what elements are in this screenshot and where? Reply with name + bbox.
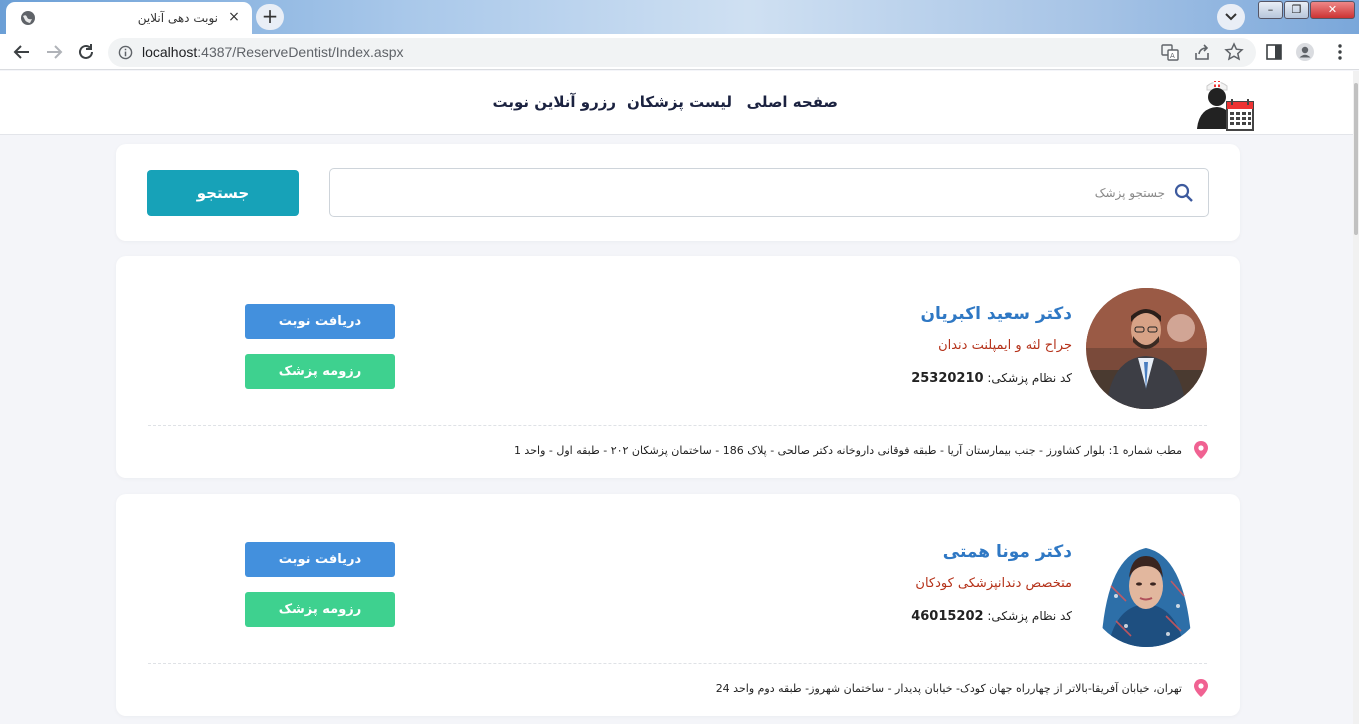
doctor-specialty: جراح لثه و ایمپلنت دندان — [938, 338, 1072, 353]
url-text: localhost:4387/ReserveDentist/Index.aspx — [142, 44, 404, 60]
close-window-button[interactable]: ✕ — [1310, 1, 1355, 19]
medical-code-label: کد نظام پزشکی: — [987, 371, 1072, 385]
reserve-appointment-button[interactable]: دریافت نوبت — [245, 542, 395, 577]
translate-icon[interactable]: A — [1160, 42, 1180, 62]
side-panel-icon[interactable] — [1264, 42, 1284, 62]
nav-doctors-link[interactable]: لیست پزشکان — [627, 93, 732, 111]
search-field[interactable] — [329, 168, 1209, 217]
location-pin-icon — [1194, 679, 1208, 697]
medical-code: کد نظام پزشکی: 46015202 — [911, 609, 1072, 624]
reserve-appointment-button[interactable]: دریافت نوبت — [245, 304, 395, 339]
doctor-photo — [1086, 526, 1207, 647]
share-icon[interactable] — [1192, 42, 1212, 62]
menu-dots-icon[interactable] — [1330, 42, 1350, 62]
site-header: صفحه اصلی لیست پزشکان رزرو آنلاین نوبت — [0, 71, 1359, 135]
url-path: :4387/ReserveDentist/Index.aspx — [197, 44, 404, 60]
card-divider — [148, 425, 1207, 426]
doctor-photo — [1086, 288, 1207, 409]
browser-tab-strip: نوبت دهی آنلاین × + – ❐ ✕ — [0, 0, 1359, 34]
search-button[interactable]: جستجو — [147, 170, 299, 216]
medical-code-value: 25320210 — [911, 371, 984, 386]
profile-icon[interactable] — [1295, 42, 1315, 62]
star-icon[interactable] — [1224, 42, 1244, 62]
browser-toolbar: localhost:4387/ReserveDentist/Index.aspx… — [0, 34, 1359, 70]
browser-tab[interactable]: نوبت دهی آنلاین × — [6, 2, 252, 34]
svg-text:A: A — [1170, 52, 1175, 60]
doctor-card: دکتر سعید اکبریان جراح لثه و ایمپلنت دند… — [116, 256, 1240, 478]
new-tab-button[interactable]: + — [256, 4, 284, 30]
search-icon[interactable] — [1174, 183, 1194, 203]
medical-code: کد نظام پزشکی: 25320210 — [911, 371, 1072, 386]
search-input[interactable] — [340, 177, 1165, 209]
minimize-button[interactable]: – — [1258, 1, 1283, 19]
card-divider — [148, 663, 1207, 664]
doctor-resume-button[interactable]: رزومه پزشک — [245, 592, 395, 627]
nav-reserve-link[interactable]: رزرو آنلاین نوبت — [492, 93, 616, 111]
info-icon[interactable] — [118, 45, 133, 60]
doctor-specialty: متخصص دندانپزشکی کودکان — [915, 576, 1072, 591]
location-pin-icon — [1194, 441, 1208, 459]
medical-code-label: کد نظام پزشکی: — [987, 609, 1072, 623]
page-scrollbar[interactable] — [1353, 71, 1359, 724]
back-arrow-icon[interactable] — [12, 42, 32, 62]
address-bar[interactable]: localhost:4387/ReserveDentist/Index.aspx — [108, 38, 1256, 67]
tab-title: نوبت دهی آنلاین — [137, 11, 218, 25]
forward-arrow-icon[interactable] — [44, 42, 64, 62]
tab-search-button[interactable] — [1217, 4, 1245, 30]
clinic-address: تهران، خیابان آفریقا-بالاتر از چهارراه ج… — [715, 682, 1182, 695]
doctor-resume-button[interactable]: رزومه پزشک — [245, 354, 395, 389]
url-host: localhost — [142, 44, 198, 60]
search-card: جستجو — [116, 144, 1240, 241]
tab-close-button[interactable]: × — [226, 9, 242, 25]
doctor-name[interactable]: دکتر سعید اکبریان — [920, 304, 1072, 324]
clinic-address: مطب شماره 1: بلوار کشاورز - جنب بیمارستا… — [513, 444, 1182, 457]
reload-icon[interactable] — [76, 42, 96, 62]
medical-code-value: 46015202 — [911, 609, 984, 624]
doctor-calendar-logo-icon[interactable] — [1193, 76, 1255, 132]
restore-button[interactable]: ❐ — [1284, 1, 1309, 19]
nav-home-link[interactable]: صفحه اصلی — [747, 93, 838, 111]
doctor-card: دکتر مونا همتی متخصص دندانپزشکی کودکان ک… — [116, 494, 1240, 716]
doctor-name[interactable]: دکتر مونا همتی — [943, 542, 1072, 562]
chevron-down-icon — [1225, 13, 1237, 21]
globe-icon — [21, 11, 35, 25]
scrollbar-thumb[interactable] — [1354, 83, 1358, 235]
